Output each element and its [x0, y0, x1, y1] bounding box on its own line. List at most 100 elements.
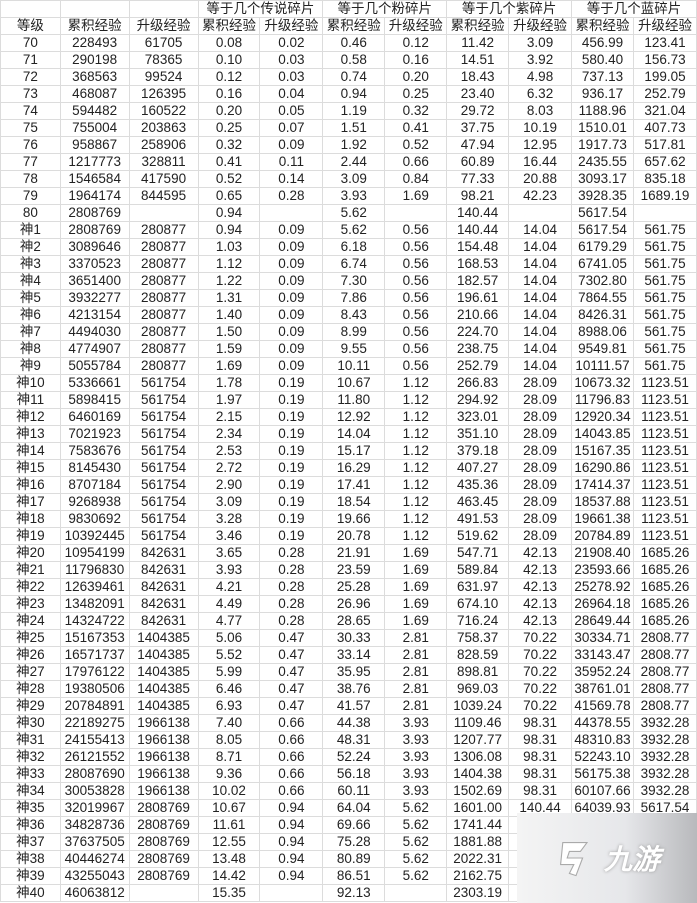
value-cell[interactable]: 19380506 — [59, 680, 130, 698]
value-cell[interactable]: 0.20 — [384, 68, 448, 86]
value-cell[interactable]: 10.67 — [322, 374, 386, 392]
value-cell[interactable]: 561.75 — [632, 255, 697, 273]
value-cell[interactable]: 1306.08 — [446, 748, 510, 766]
value-cell[interactable]: 8.99 — [322, 323, 386, 341]
value-cell[interactable]: 77.33 — [446, 170, 510, 188]
value-cell[interactable]: 15.17 — [322, 442, 386, 460]
value-cell[interactable]: 561.75 — [632, 238, 697, 256]
value-cell[interactable] — [259, 204, 324, 222]
value-cell[interactable]: 2.81 — [384, 629, 448, 647]
level-cell[interactable]: 神8 — [0, 340, 61, 358]
value-cell[interactable]: 1510.01 — [571, 119, 634, 137]
value-cell[interactable]: 14.04 — [508, 238, 573, 256]
value-cell[interactable]: 2.44 — [322, 153, 386, 171]
value-cell[interactable]: 3932277 — [59, 289, 130, 307]
value-cell[interactable]: 17414.37 — [571, 476, 634, 494]
value-cell[interactable]: 5055784 — [59, 357, 130, 375]
value-cell[interactable]: 1966138 — [128, 714, 199, 732]
value-cell[interactable]: 3.93 — [384, 714, 448, 732]
value-cell[interactable]: 154.48 — [446, 238, 510, 256]
value-cell[interactable]: 70.22 — [508, 629, 573, 647]
value-cell[interactable]: 12.92 — [322, 408, 386, 426]
value-cell[interactable]: 78365 — [128, 51, 199, 69]
value-cell[interactable]: 0.47 — [259, 663, 324, 681]
value-cell[interactable]: 5336661 — [59, 374, 130, 392]
value-cell[interactable]: 14.04 — [508, 340, 573, 358]
value-cell[interactable]: 1966138 — [128, 748, 199, 766]
value-cell[interactable]: 28.09 — [508, 527, 573, 545]
value-cell[interactable]: 0.65 — [197, 187, 261, 205]
value-cell[interactable]: 56175.38 — [571, 765, 634, 783]
value-cell[interactable]: 9268938 — [59, 493, 130, 511]
value-cell[interactable]: 14043.85 — [571, 425, 634, 443]
level-cell[interactable]: 神14 — [0, 442, 61, 460]
level-cell[interactable]: 神16 — [0, 476, 61, 494]
value-cell[interactable]: 19661.38 — [571, 510, 634, 528]
value-cell[interactable]: 1.12 — [384, 408, 448, 426]
value-cell[interactable]: 1.69 — [384, 612, 448, 630]
value-cell[interactable]: 123.41 — [632, 34, 697, 52]
value-cell[interactable]: 70.22 — [508, 663, 573, 681]
value-cell[interactable]: 0.02 — [259, 34, 324, 52]
value-cell[interactable]: 23.40 — [446, 85, 510, 103]
value-cell[interactable]: 26121552 — [59, 748, 130, 766]
value-cell[interactable]: 2435.55 — [571, 153, 634, 171]
value-cell[interactable]: 11.42 — [446, 34, 510, 52]
level-cell[interactable]: 80 — [0, 204, 61, 222]
value-cell[interactable]: 407.27 — [446, 459, 510, 477]
value-cell[interactable]: 92.13 — [322, 884, 386, 902]
value-cell[interactable]: 0.09 — [259, 340, 324, 358]
value-cell[interactable]: 1.78 — [197, 374, 261, 392]
level-cell[interactable]: 神20 — [0, 544, 61, 562]
value-cell[interactable]: 10673.32 — [571, 374, 634, 392]
value-cell[interactable]: 6.93 — [197, 697, 261, 715]
value-cell[interactable]: 1123.51 — [632, 442, 697, 460]
value-cell[interactable]: 14324722 — [59, 612, 130, 630]
value-cell[interactable]: 75.28 — [322, 833, 386, 851]
value-cell[interactable]: 10.19 — [508, 119, 573, 137]
value-cell[interactable]: 28.09 — [508, 493, 573, 511]
level-cell[interactable]: 神15 — [0, 459, 61, 477]
value-cell[interactable]: 37637505 — [59, 833, 130, 851]
value-cell[interactable]: 3.93 — [322, 187, 386, 205]
value-cell[interactable]: 1.12 — [384, 374, 448, 392]
value-cell[interactable]: 2.15 — [197, 408, 261, 426]
value-cell[interactable]: 1.12 — [384, 493, 448, 511]
value-cell[interactable]: 580.40 — [571, 51, 634, 69]
value-cell[interactable]: 25.28 — [322, 578, 386, 596]
value-cell[interactable]: 156.73 — [632, 51, 697, 69]
value-cell[interactable]: 20.78 — [322, 527, 386, 545]
value-cell[interactable]: 561.75 — [632, 323, 697, 341]
value-cell[interactable]: 16.44 — [508, 153, 573, 171]
value-cell[interactable]: 2.81 — [384, 680, 448, 698]
value-cell[interactable]: 8.71 — [197, 748, 261, 766]
value-cell[interactable]: 21908.40 — [571, 544, 634, 562]
value-cell[interactable]: 60.89 — [446, 153, 510, 171]
value-cell[interactable]: 280877 — [128, 306, 199, 324]
value-cell[interactable]: 631.97 — [446, 578, 510, 596]
value-cell[interactable]: 3.92 — [508, 51, 573, 69]
value-cell[interactable]: 33.14 — [322, 646, 386, 664]
value-cell[interactable]: 674.10 — [446, 595, 510, 613]
value-cell[interactable]: 7.30 — [322, 272, 386, 290]
level-cell[interactable]: 72 — [0, 68, 61, 86]
value-cell[interactable]: 7302.80 — [571, 272, 634, 290]
value-cell[interactable]: 1741.44 — [446, 816, 510, 834]
value-cell[interactable]: 11796.83 — [571, 391, 634, 409]
level-cell[interactable]: 75 — [0, 119, 61, 137]
value-cell[interactable]: 5898415 — [59, 391, 130, 409]
value-cell[interactable]: 5.62 — [384, 850, 448, 868]
level-cell[interactable]: 71 — [0, 51, 61, 69]
value-cell[interactable]: 13.48 — [197, 850, 261, 868]
level-cell[interactable]: 神12 — [0, 408, 61, 426]
value-cell[interactable]: 3932.28 — [632, 765, 697, 783]
value-cell[interactable]: 835.18 — [632, 170, 697, 188]
value-cell[interactable]: 56.18 — [322, 765, 386, 783]
value-cell[interactable]: 40446274 — [59, 850, 130, 868]
value-cell[interactable]: 0.56 — [384, 306, 448, 324]
value-cell[interactable]: 18.43 — [446, 68, 510, 86]
value-cell[interactable] — [632, 204, 697, 222]
value-cell[interactable]: 11.61 — [197, 816, 261, 834]
value-cell[interactable]: 28.09 — [508, 442, 573, 460]
value-cell[interactable]: 1404385 — [128, 697, 199, 715]
